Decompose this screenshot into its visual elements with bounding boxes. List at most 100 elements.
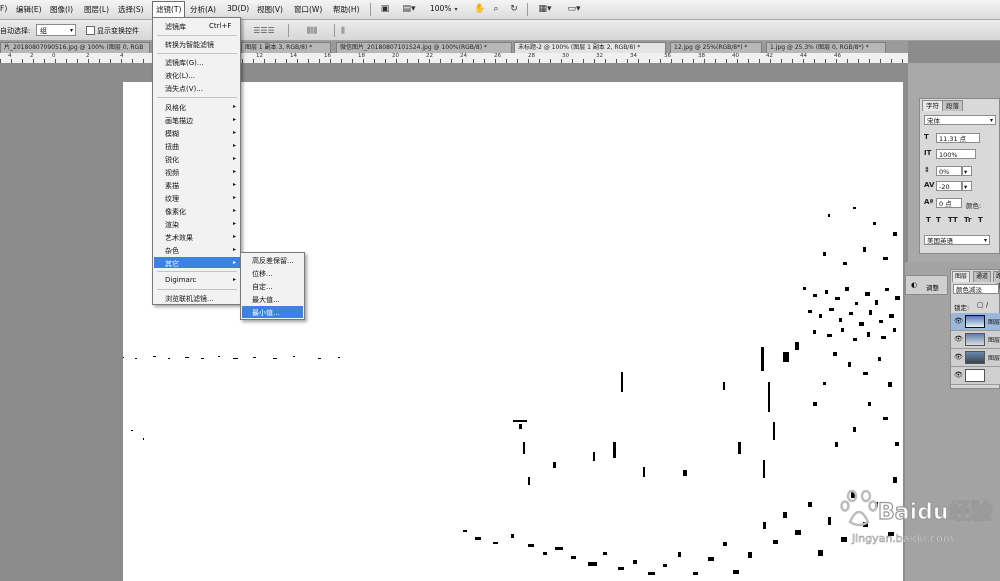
style-button[interactable]: T (926, 216, 931, 224)
vertical-scale-icon: IT (924, 149, 932, 157)
menu-item-high-pass[interactable]: 高反差保留... (252, 256, 294, 266)
tab-layers[interactable]: 图层 (952, 271, 971, 282)
menu-item-distort[interactable]: 扭曲 (165, 142, 179, 152)
menu-item-vanishing-point[interactable]: 消失点(V)... (165, 84, 203, 94)
lock-icons[interactable]: ▢ ∕ (977, 301, 988, 309)
blend-mode-select[interactable]: 颜色减淡 (953, 284, 999, 294)
menu-analysis[interactable]: 分析(A) (190, 4, 216, 15)
distribute-icons[interactable]: ⫼⫼⫼ (294, 24, 330, 37)
tab-channels[interactable]: 通道 (973, 271, 992, 282)
layer-name: 图层 (988, 355, 1000, 362)
font-size-field[interactable]: 11.31 点 (936, 133, 980, 143)
tab-character[interactable]: 字符 (922, 100, 943, 111)
doc-tab[interactable]: 1.jpg @ 25.3% (图层 0, RGB/8*) * (766, 42, 886, 53)
menu-item-other[interactable]: 其它 (165, 259, 179, 269)
menu-item-filter-gallery[interactable]: 滤镜库(G)... (165, 58, 204, 68)
ruler-number: 4 (8, 53, 12, 59)
eye-icon[interactable]: 👁 (954, 371, 963, 379)
menu-item-pixelate[interactable]: 像素化 (165, 207, 186, 217)
layer-name: 图层 (988, 337, 1000, 344)
arrow-right-icon: ▸ (232, 142, 236, 149)
style-button[interactable]: Tr (964, 216, 971, 224)
menu-image[interactable]: 图像(I) (50, 4, 73, 15)
bridge-icon[interactable]: ▣ (378, 3, 392, 16)
tracking-field[interactable]: -20 (936, 181, 962, 191)
menu-help[interactable]: 帮助(H) (333, 4, 360, 15)
style-button[interactable]: T (936, 216, 941, 224)
zoom-level[interactable]: 100% (430, 4, 451, 13)
menu-item-sharpen[interactable]: 锐化 (165, 155, 179, 165)
style-button[interactable]: TT (948, 216, 958, 224)
vertical-scale-field[interactable]: 100% (936, 149, 976, 159)
tracking-value: -20 (939, 183, 950, 191)
menu-separator (157, 271, 237, 272)
menu-item-sketch[interactable]: 素描 (165, 181, 179, 191)
doc-tab[interactable]: 12.jpg @ 25%(RGB/8*) * (670, 42, 762, 53)
lock-label: 锁定: (954, 304, 970, 312)
menu-item-liquify[interactable]: 液化(L)... (165, 71, 195, 81)
view-extras-icon[interactable]: ▤▾ (398, 3, 420, 16)
menu-item-last-filter[interactable]: 滤镜库 (165, 22, 186, 32)
menu-item-noise[interactable]: 杂色 (165, 246, 179, 256)
menu-item-brush-strokes[interactable]: 画笔描边 (165, 116, 193, 126)
zoom-tool-icon[interactable]: ⌕ (490, 3, 502, 16)
language-select[interactable]: 美国英语 ▾ (924, 235, 990, 245)
menu-item-offset[interactable]: 位移... (252, 269, 273, 279)
show-transform-checkbox[interactable] (86, 26, 95, 35)
menu-item-custom[interactable]: 自定... (252, 282, 273, 292)
layer-row[interactable]: 👁 图层 (951, 349, 1000, 367)
doc-tab[interactable]: 图层 1 副本 3, RGB/8) * (241, 42, 331, 53)
tab-paths[interactable]: 路径 (993, 271, 1000, 290)
screen-mode-icon[interactable]: ▭▾ (563, 3, 585, 16)
chevron-down-icon: ▾ (989, 117, 993, 124)
menu-item-blur[interactable]: 模糊 (165, 129, 179, 139)
menu-item-smart-filter[interactable]: 转换为智能滤镜 (165, 40, 214, 50)
menu-item-texture[interactable]: 纹理 (165, 194, 179, 204)
menu-item-artistic[interactable]: 艺术效果 (165, 233, 193, 243)
menu-3d[interactable]: 3D(D) (227, 4, 249, 13)
menu-item-maximum[interactable]: 最大值... (252, 295, 280, 305)
menu-item-browse-online[interactable]: 浏览联机滤镜... (165, 294, 214, 304)
separator (527, 3, 528, 16)
menu-select[interactable]: 选择(S) (118, 4, 144, 15)
menu-item-digimarc[interactable]: Digimarc (165, 276, 196, 284)
menu-item-minimum[interactable]: 最小值... (252, 308, 280, 318)
leading-dropdown[interactable]: ▾ (962, 166, 972, 176)
style-button[interactable]: T (978, 216, 983, 224)
baseline-shift-field[interactable]: 0 点 (936, 198, 962, 208)
menu-item-video[interactable]: 视频 (165, 168, 179, 178)
ruler-number: 42 (766, 53, 773, 59)
menu-view[interactable]: 视图(V) (257, 4, 283, 15)
doc-tab[interactable]: 片_20180807090516.jpg @ 100% (图层 0, RGB (0, 42, 150, 53)
doc-tab[interactable]: 微信图片_20180807101524.jpg @ 100%(RGB/8) * (336, 42, 512, 53)
menu-window[interactable]: 窗口(W) (294, 4, 322, 15)
font-family-select[interactable]: 宋体 ▾ (924, 115, 996, 125)
tracking-dropdown[interactable]: ▾ (962, 181, 972, 191)
baseline-shift-value: 0 点 (939, 200, 952, 208)
menu-item-render[interactable]: 渲染 (165, 220, 179, 230)
chevron-down-icon: ▾ (964, 168, 968, 176)
leading-field[interactable]: 0% (936, 166, 962, 176)
eye-icon[interactable]: 👁 (954, 335, 963, 343)
menu-layer[interactable]: 图层(L) (84, 4, 109, 15)
adjustments-panel-tab[interactable]: ◐ 调整 (905, 275, 948, 295)
auto-align-icon[interactable]: ⫼ (338, 24, 348, 37)
menu-edit[interactable]: 编辑(E) (16, 4, 42, 15)
layer-row[interactable]: 👁 图层 (951, 331, 1000, 349)
eye-icon[interactable]: 👁 (954, 317, 963, 325)
menu-item-stylize[interactable]: 风格化 (165, 103, 186, 113)
layer-row-selected[interactable]: 👁 图层 (951, 313, 1000, 331)
layer-row[interactable]: 👁 (951, 367, 1000, 385)
tab-paragraph[interactable]: 段落 (942, 100, 963, 111)
chevron-down-icon[interactable]: ▾ (452, 3, 460, 16)
auto-select-dropdown[interactable]: 组 ▾ (36, 24, 76, 36)
align-icons[interactable]: ☰☰☰ (246, 24, 282, 37)
hand-tool-icon[interactable]: ✋ (474, 3, 486, 16)
doc-tab-active[interactable]: 未标题-2 @ 100% (图层 1 副本 2, RGB/8) * (514, 42, 666, 53)
rotate-view-icon[interactable]: ↻ (507, 3, 521, 16)
menu-filter[interactable]: 滤镜(T) (152, 1, 186, 18)
eye-icon[interactable]: 👁 (954, 353, 963, 361)
options-bar: 自动选择: 组 ▾ 显示变换控件 ☰☰☰ ⫼⫼⫼ ⫼ (0, 20, 1000, 41)
menu-file-partial[interactable]: F) (0, 4, 7, 13)
arrange-documents-icon[interactable]: ▦▾ (534, 3, 556, 16)
